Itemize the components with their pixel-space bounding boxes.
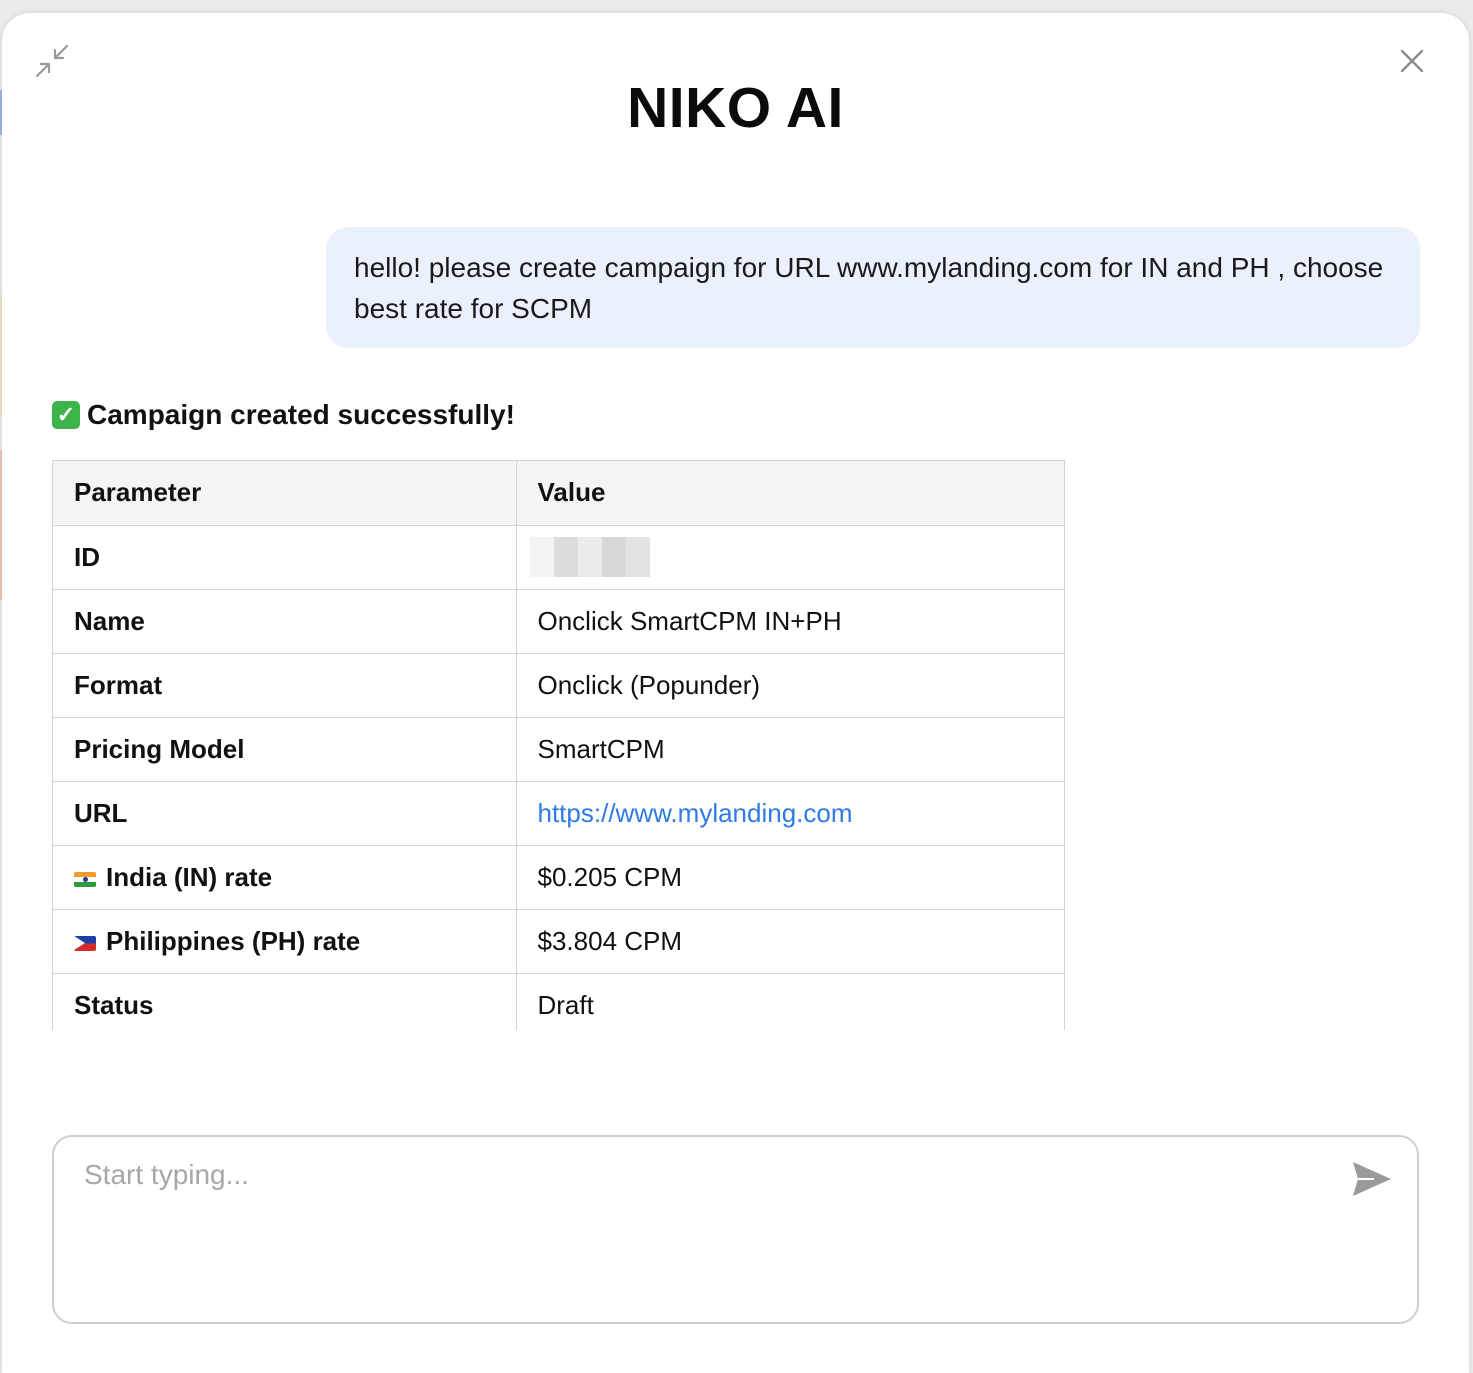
value-cell: SmartCPM bbox=[516, 717, 1064, 782]
param-cell: Pricing Model bbox=[53, 717, 517, 782]
user-message-text: hello! please create campaign for URL ww… bbox=[354, 252, 1384, 324]
param-cell: India (IN) rate bbox=[53, 845, 517, 910]
param-cell: ID bbox=[53, 525, 517, 590]
param-cell: Philippines (PH) rate bbox=[53, 909, 517, 974]
table-row: Name Onclick SmartCPM IN+PH bbox=[53, 589, 1064, 654]
chat-modal: NIKO AI hello! please create campaign fo… bbox=[2, 13, 1469, 1373]
user-message-bubble: hello! please create campaign for URL ww… bbox=[326, 227, 1420, 348]
message-input[interactable] bbox=[84, 1159, 1314, 1299]
value-cell: Draft bbox=[516, 973, 1064, 1030]
send-icon[interactable] bbox=[1348, 1155, 1396, 1203]
param-cell: URL bbox=[53, 781, 517, 846]
table-row: ID bbox=[53, 525, 1064, 590]
value-cell: Onclick SmartCPM IN+PH bbox=[516, 589, 1064, 654]
table-row: Philippines (PH) rate $3.804 CPM bbox=[53, 909, 1064, 974]
message-composer bbox=[52, 1135, 1419, 1324]
india-flag-icon bbox=[74, 871, 96, 887]
philippines-flag-icon bbox=[74, 935, 96, 951]
table-row: Format Onclick (Popunder) bbox=[53, 653, 1064, 718]
campaign-table: Parameter Value ID Name Onclick SmartCPM… bbox=[53, 461, 1064, 1030]
param-cell: Status bbox=[53, 973, 517, 1030]
table-row: URL https://www.mylanding.com bbox=[53, 781, 1064, 846]
header-parameter: Parameter bbox=[53, 461, 517, 526]
table-row: Pricing Model SmartCPM bbox=[53, 717, 1064, 782]
success-text: Campaign created successfully! bbox=[87, 399, 515, 430]
value-cell: https://www.mylanding.com bbox=[516, 781, 1064, 846]
redacted-id-value bbox=[529, 537, 650, 577]
value-cell bbox=[516, 525, 1064, 590]
chat-title: NIKO AI bbox=[627, 76, 844, 140]
header-value: Value bbox=[516, 461, 1064, 526]
bot-message: ✓ Campaign created successfully! bbox=[52, 395, 515, 435]
param-cell: Name bbox=[53, 589, 517, 654]
landing-url-link[interactable]: https://www.mylanding.com bbox=[538, 798, 853, 828]
campaign-table-container[interactable]: Parameter Value ID Name Onclick SmartCPM… bbox=[52, 460, 1065, 1030]
value-cell: Onclick (Popunder) bbox=[516, 653, 1064, 718]
param-cell: Format bbox=[53, 653, 517, 718]
param-label: Philippines (PH) rate bbox=[106, 925, 361, 956]
check-mark-icon: ✓ bbox=[52, 401, 80, 429]
param-label: India (IN) rate bbox=[106, 861, 273, 892]
table-header-row: Parameter Value bbox=[53, 461, 1064, 526]
table-row: India (IN) rate $0.205 CPM bbox=[53, 845, 1064, 910]
value-cell: $3.804 CPM bbox=[516, 909, 1064, 974]
table-row: Status Draft bbox=[53, 973, 1064, 1030]
success-line: ✓ Campaign created successfully! bbox=[52, 395, 515, 435]
value-cell: $0.205 CPM bbox=[516, 845, 1064, 910]
